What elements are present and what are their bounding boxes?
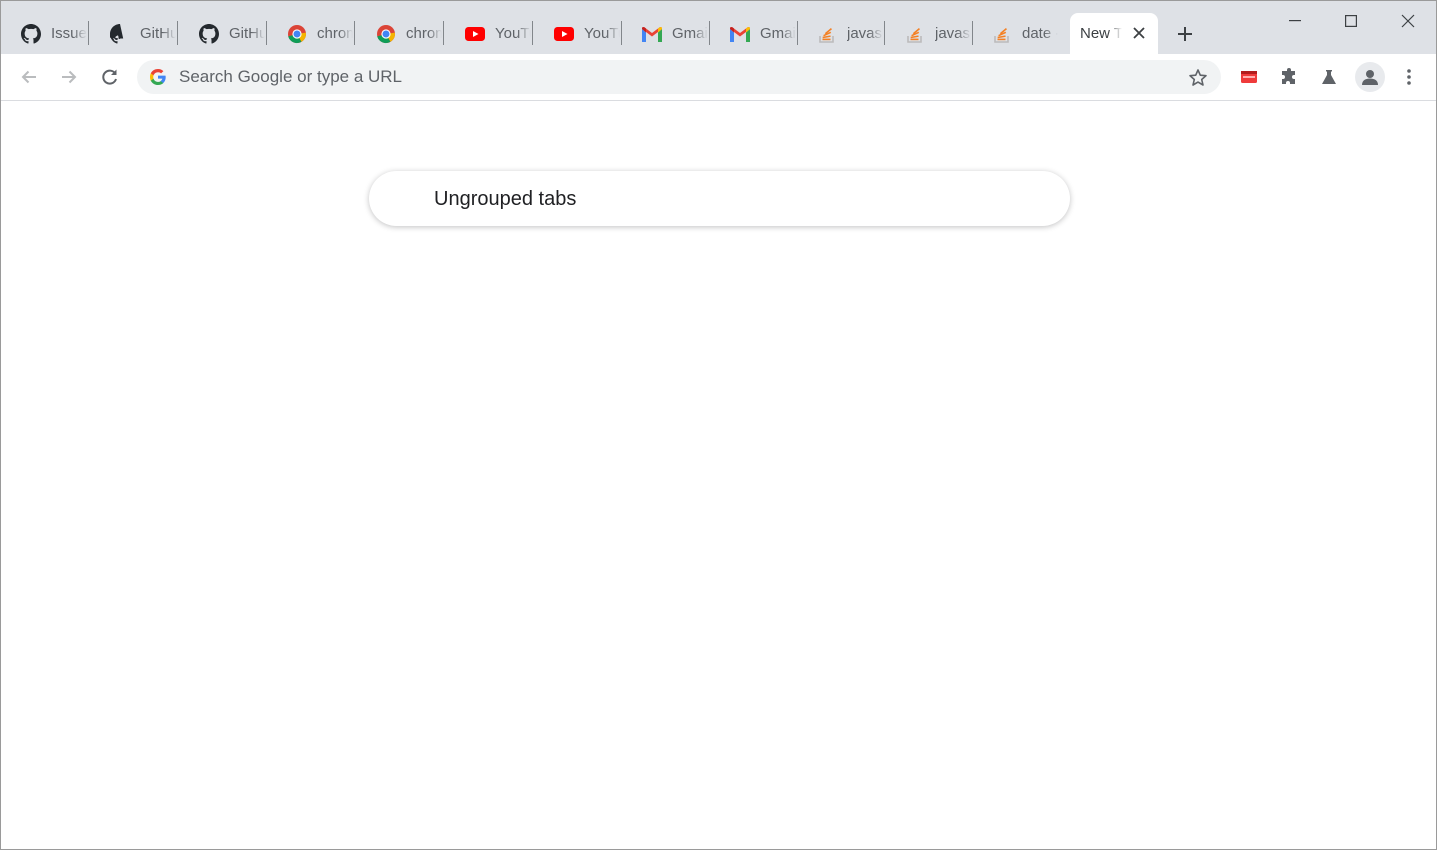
tab-youtube[interactable]: YouTube — [534, 13, 622, 54]
close-tab-icon[interactable] — [1131, 25, 1147, 41]
tab-separator — [88, 21, 89, 45]
tab-gmail[interactable]: Gmail — [622, 13, 710, 54]
tab-title: Gmail — [672, 25, 708, 43]
tab-separator — [354, 21, 355, 45]
tab-title: date - — [1022, 25, 1058, 43]
chrome-icon — [287, 25, 307, 44]
extensions-button[interactable] — [1273, 61, 1305, 93]
github-icon — [21, 24, 41, 44]
reload-icon — [102, 69, 117, 85]
profile-button[interactable] — [1355, 62, 1385, 92]
maximize-icon — [1345, 15, 1357, 27]
toolbar: Search Google or type a URL — [1, 54, 1436, 101]
tab-strip: Issues GitHub GitHub — [1, 1, 1436, 54]
tab-stackoverflow[interactable]: javascript — [797, 13, 885, 54]
tab-title: Issues — [51, 25, 87, 43]
extension-button[interactable] — [1233, 61, 1265, 93]
tab-title: chrome — [406, 25, 442, 43]
close-window-button[interactable] — [1380, 1, 1436, 41]
minimize-icon — [1289, 20, 1301, 22]
omnibox[interactable]: Search Google or type a URL — [137, 60, 1221, 94]
maximize-button[interactable] — [1323, 1, 1379, 41]
tab-separator — [443, 21, 444, 45]
tab-new-tab[interactable]: New Tab — [1070, 13, 1158, 54]
ungrouped-tabs-card[interactable]: Ungrouped tabs — [369, 171, 1070, 226]
tab-chrome[interactable]: chrome — [267, 13, 355, 54]
puzzle-icon — [1282, 68, 1295, 84]
github-icon — [199, 24, 219, 44]
stackoverflow-icon — [817, 25, 837, 43]
minimize-button[interactable] — [1267, 1, 1323, 41]
chrome-icon — [376, 25, 396, 44]
tab-github[interactable]: GitHub — [179, 13, 267, 54]
gmail-icon — [730, 25, 750, 43]
avatar-icon — [1362, 70, 1378, 85]
reload-button[interactable] — [94, 61, 126, 93]
tab-title: GitHub — [229, 25, 265, 43]
youtube-icon — [554, 25, 574, 43]
forward-button[interactable] — [53, 61, 85, 93]
new-tab-button[interactable] — [1173, 22, 1197, 46]
group-label: Ungrouped tabs — [434, 188, 577, 210]
tab-title: GitHub — [140, 25, 176, 43]
tab-separator — [532, 21, 533, 45]
back-button[interactable] — [13, 61, 45, 93]
stackoverflow-icon — [905, 25, 925, 43]
flask-icon — [1322, 70, 1336, 84]
browser-window: Issues GitHub GitHub — [0, 0, 1437, 850]
tab-separator — [177, 21, 178, 45]
gmail-icon — [642, 25, 662, 43]
tab-title: chrome — [317, 25, 353, 43]
tab-github[interactable]: GitHub — [90, 13, 178, 54]
tab-youtube[interactable]: YouTube — [445, 13, 533, 54]
bookmark-star-icon[interactable] — [1187, 67, 1209, 89]
page-content: Ungrouped tabs — [1, 101, 1436, 849]
red-extension-icon — [1241, 71, 1257, 83]
kebab-menu-icon — [1407, 69, 1411, 85]
omnibox-placeholder: Search Google or type a URL — [179, 67, 403, 86]
arrow-right-icon — [62, 70, 77, 84]
tab-title: javascript — [847, 25, 883, 43]
stackoverflow-icon — [992, 25, 1012, 43]
tab-stackoverflow[interactable]: date - — [972, 13, 1060, 54]
google-icon — [150, 69, 166, 85]
plus-icon — [1178, 27, 1192, 41]
github-icon — [110, 24, 130, 44]
tab-chrome[interactable]: chrome — [356, 13, 444, 54]
tab-title: Gmail — [760, 25, 796, 43]
tab-title: New Tab — [1080, 25, 1122, 43]
arrow-left-icon — [21, 70, 36, 84]
tab-stackoverflow[interactable]: javascript — [885, 13, 973, 54]
labs-button[interactable] — [1313, 61, 1345, 93]
tab-title: YouTube — [495, 25, 531, 43]
menu-button[interactable] — [1393, 61, 1425, 93]
tab-gmail[interactable]: Gmail — [710, 13, 798, 54]
tab-title: javascript — [935, 25, 971, 43]
close-icon — [1401, 14, 1415, 28]
youtube-icon — [465, 25, 485, 43]
tab-issues[interactable]: Issues — [1, 13, 89, 54]
tab-title: YouTube — [584, 25, 620, 43]
